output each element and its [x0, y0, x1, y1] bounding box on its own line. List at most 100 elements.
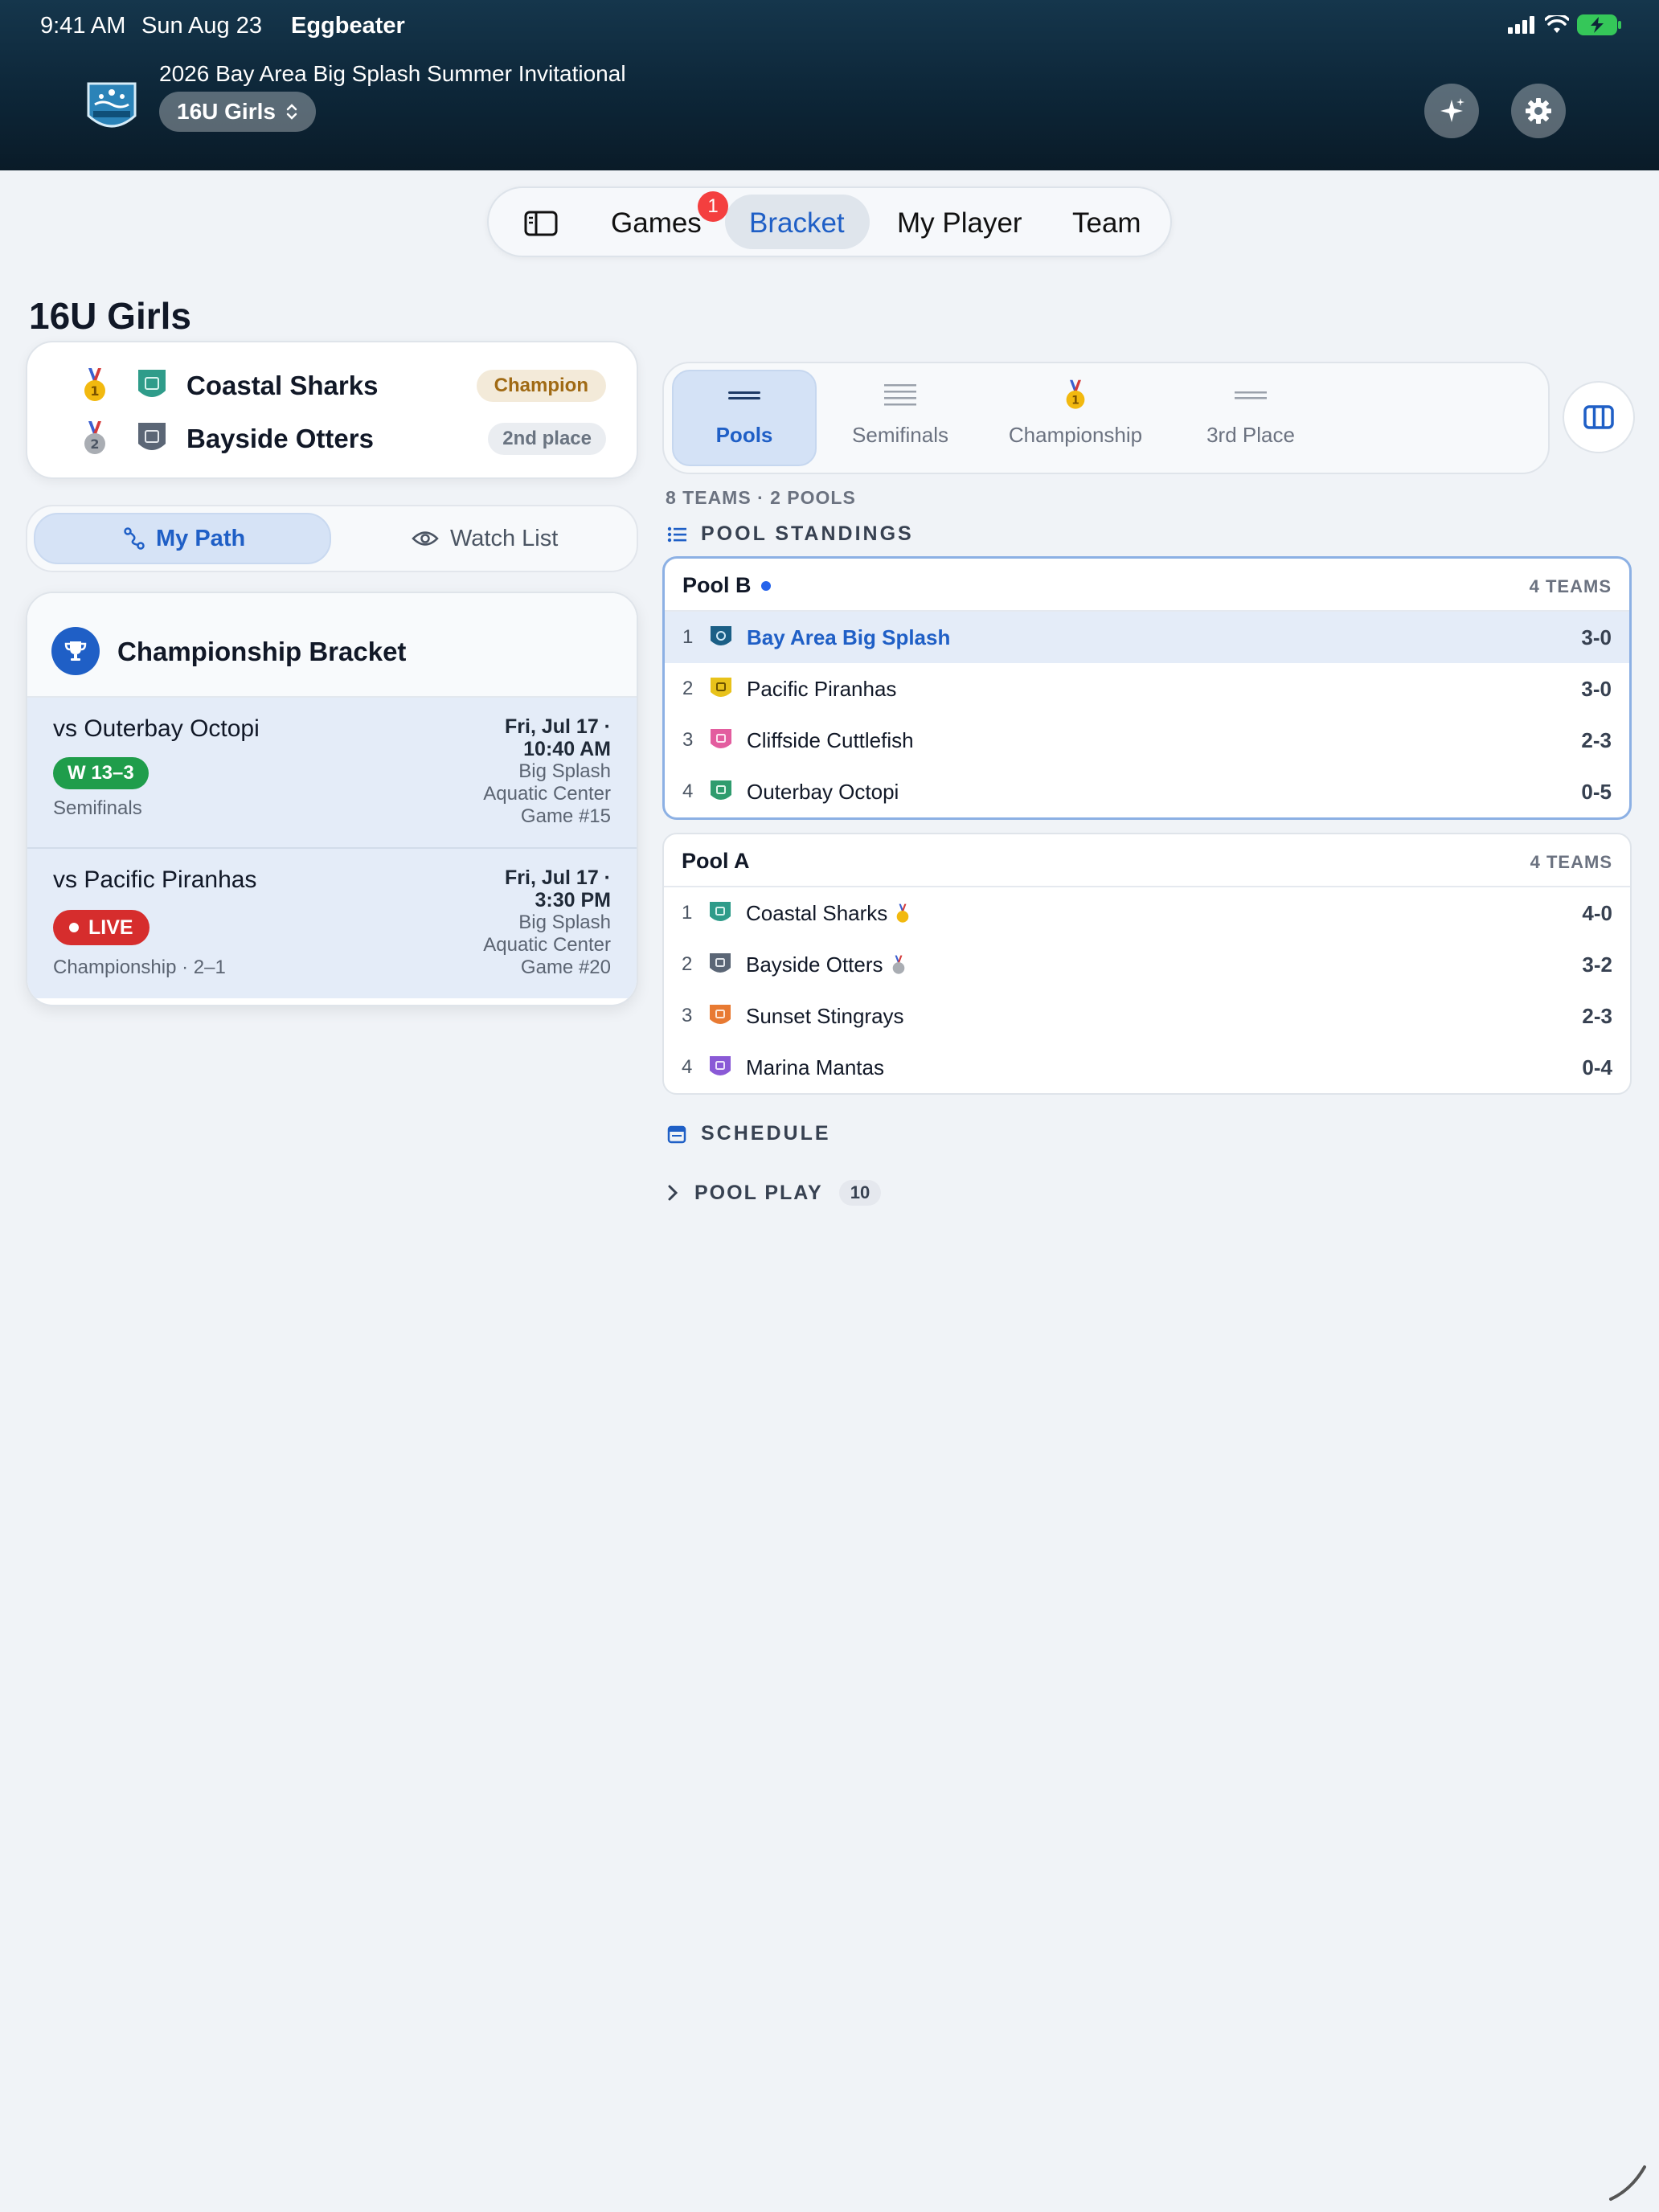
team-record: 3-2: [1582, 952, 1612, 977]
status-time: 9:41 AM: [40, 13, 126, 39]
division-picker[interactable]: 16U Girls: [159, 92, 316, 132]
stage-third-place[interactable]: 3rd Place: [1162, 379, 1339, 460]
main-tab-bar: Games 1 Bracket My Player Team: [487, 186, 1172, 257]
rank: 2: [682, 953, 693, 975]
game-time: 10:40 AM: [523, 738, 611, 760]
team-name: Sunset Stingrays: [746, 1004, 904, 1028]
marina-mantas-crest-icon: [710, 1056, 731, 1075]
team-record: 2-3: [1581, 728, 1612, 752]
sunset-stingrays-crest-icon: [710, 1005, 731, 1024]
stage-championship[interactable]: 1 Championship: [987, 379, 1164, 460]
standings-row[interactable]: 2 Pacific Piranhas 3-0: [665, 663, 1629, 715]
team-name: Pacific Piranhas: [747, 677, 897, 701]
championship-bracket-card: Championship Bracket vs Outerbay Octopi …: [26, 592, 638, 1006]
stage-championship-label: Championship: [1008, 423, 1143, 447]
rank: 1: [682, 902, 693, 924]
stage-third-place-label: 3rd Place: [1206, 423, 1295, 447]
standings-row[interactable]: 1 Bay Area Big Splash 3-0: [665, 612, 1629, 663]
stage-semifinals-label: Semifinals: [852, 423, 948, 447]
pool-standings-label: POOL STANDINGS: [701, 522, 914, 545]
game-number: Game #15: [520, 805, 611, 827]
semifinals-lines-icon: [884, 384, 916, 406]
bracket-card-title: Championship Bracket: [117, 637, 407, 666]
live-dot-icon: [69, 923, 79, 932]
sidebar-toggle-button[interactable]: [524, 188, 558, 259]
tab-bracket[interactable]: Bracket: [749, 188, 845, 259]
sparkles-button[interactable]: [1424, 84, 1479, 138]
game-row-championship[interactable]: vs Pacific Piranhas LIVE Championship · …: [27, 849, 637, 998]
standings-row[interactable]: 4 Marina Mantas 0-4: [664, 1042, 1630, 1093]
sparkles-icon: [1440, 98, 1464, 122]
eye-icon: [412, 531, 439, 546]
pool-header: Pool B 4 TEAMS: [665, 559, 1629, 612]
pacific-piranhas-crest-icon: [711, 678, 731, 697]
pool-card-b: Pool B 4 TEAMS 1 Bay Area Big Splash 3-0…: [662, 556, 1632, 820]
standings-row[interactable]: 3 Cliffside Cuttlefish 2-3: [665, 715, 1629, 766]
wifi-icon: [1545, 15, 1569, 33]
stage-semifinals[interactable]: Semifinals: [812, 379, 989, 460]
bracket-stage-bar: Pools Semifinals 1 Championship 3rd Plac…: [662, 362, 1550, 474]
cliffside-cuttlefish-crest-icon: [711, 729, 731, 748]
team-record: 2-3: [1582, 1004, 1612, 1028]
tab-my-player[interactable]: My Player: [897, 188, 1022, 259]
pool-team-count: 4 TEAMS: [1530, 852, 1612, 872]
columns-icon: [1583, 405, 1614, 429]
watch-list-label: Watch List: [450, 525, 559, 551]
game-meta: Fri, Jul 17 · 10:40 AM Big Splash Aquati…: [483, 715, 611, 828]
game-time: 3:30 PM: [535, 889, 611, 911]
team-record: 4-0: [1582, 901, 1612, 925]
second-place-team-name: Bayside Otters: [186, 424, 374, 453]
team-name: Bay Area Big Splash: [747, 625, 951, 649]
list-icon: [667, 526, 686, 542]
bayside-otters-crest-icon: [710, 953, 731, 973]
status-bar: 9:41 AM Sun Aug 23 Eggbeater: [0, 0, 1659, 51]
bayside-otters-crest-icon: [138, 423, 166, 450]
my-path-tab[interactable]: My Path: [124, 506, 245, 571]
champion-badge: Champion: [476, 370, 606, 402]
standings-row[interactable]: 3 Sunset Stingrays 2-3: [664, 990, 1630, 1042]
watch-list-tab[interactable]: Watch List: [412, 506, 558, 571]
pool-play-count: 10: [838, 1180, 882, 1206]
gold-medal-icon: 1: [1066, 379, 1085, 409]
pool-team-count: 4 TEAMS: [1529, 576, 1612, 596]
stage-pools[interactable]: Pools: [656, 379, 833, 460]
trophy-badge: [51, 627, 100, 675]
bracket-card-header: Championship Bracket: [27, 593, 637, 698]
game-row-semifinal[interactable]: vs Outerbay Octopi W 13–3 Semifinals Fri…: [27, 698, 637, 847]
gold-medal-icon: [897, 903, 909, 923]
champion-team-name: Coastal Sharks: [186, 371, 379, 400]
game-venue-line2: Aquatic Center: [483, 934, 611, 956]
game-opponent: vs Pacific Piranhas: [53, 866, 257, 893]
standings-row[interactable]: 1 Coastal Sharks 4-0: [664, 887, 1630, 939]
third-place-lines-icon: [1235, 391, 1267, 399]
rank: 1: [682, 626, 694, 648]
cellular-signal-icon: [1508, 16, 1534, 34]
rank: 3: [682, 1005, 693, 1026]
stage-pools-label: Pools: [715, 423, 773, 447]
tournament-logo-icon: [87, 82, 137, 128]
settings-button[interactable]: [1511, 84, 1566, 138]
pools-lines-icon: [728, 391, 760, 399]
tab-games[interactable]: Games: [611, 188, 702, 259]
pool-standings-heading: POOL STANDINGS: [667, 522, 914, 546]
resize-handle-icon: [1609, 2165, 1646, 2201]
game-date: Fri, Jul 17 ·: [505, 715, 611, 738]
pool-play-disclosure[interactable]: POOL PLAY 10: [667, 1180, 882, 1206]
standings-row[interactable]: 2 Bayside Otters 3-2: [664, 939, 1630, 990]
games-notification-badge: 1: [698, 191, 728, 222]
team-name: Coastal Sharks: [746, 901, 910, 926]
teams-pools-summary: 8 TEAMS · 2 POOLS: [666, 487, 856, 508]
svg-text:1: 1: [90, 383, 99, 399]
podium-row-second: 2 Bayside Otters 2nd place: [56, 416, 635, 461]
pool-header: Pool A 4 TEAMS: [664, 834, 1630, 887]
silver-medal-icon: [892, 955, 904, 974]
chevron-up-down-icon: [286, 104, 297, 120]
tab-team[interactable]: Team: [1072, 188, 1141, 259]
team-record: 0-5: [1581, 780, 1612, 804]
status-icons: [1508, 14, 1622, 35]
live-label: LIVE: [88, 916, 133, 939]
svg-text:2: 2: [90, 436, 99, 452]
rank: 2: [682, 678, 694, 699]
column-layout-button[interactable]: [1563, 381, 1635, 453]
standings-row[interactable]: 4 Outerbay Octopi 0-5: [665, 766, 1629, 817]
